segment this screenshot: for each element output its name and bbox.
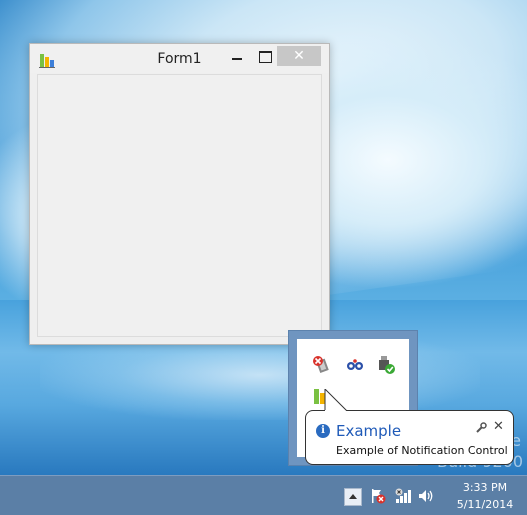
taskbar-clock[interactable]: 3:33 PM 5/11/2014 (445, 479, 525, 513)
show-hidden-icons-button[interactable] (344, 488, 362, 506)
balloon-title: Example (336, 422, 402, 440)
form1-window[interactable]: Form1 ✕ (29, 43, 330, 345)
network-sync-icon[interactable] (345, 355, 365, 375)
info-icon: i (316, 424, 330, 438)
usb-safe-remove-icon[interactable] (376, 355, 396, 375)
notification-balloon[interactable]: i Example Example of Notification Contro… (305, 389, 514, 465)
clock-time: 3:33 PM (462, 481, 508, 494)
balloon-text: Example of Notification Control (336, 444, 508, 457)
action-center-flag-icon[interactable] (369, 487, 387, 505)
balloon-close-button[interactable]: ✕ (493, 419, 504, 435)
maximize-button[interactable] (254, 47, 276, 67)
minimize-button[interactable] (226, 47, 248, 67)
close-button[interactable]: ✕ (277, 46, 321, 66)
wrench-icon[interactable] (475, 422, 487, 434)
taskbar: 3:33 PM 5/11/2014 (0, 475, 527, 515)
network-icon[interactable] (394, 487, 412, 505)
balloon-tail (324, 389, 348, 411)
volume-icon[interactable] (417, 487, 435, 505)
clock-date: 5/11/2014 (456, 498, 514, 511)
hardware-error-icon[interactable] (312, 355, 332, 375)
window-titlebar[interactable]: Form1 ✕ (30, 44, 329, 73)
window-client-area[interactable] (37, 74, 322, 337)
